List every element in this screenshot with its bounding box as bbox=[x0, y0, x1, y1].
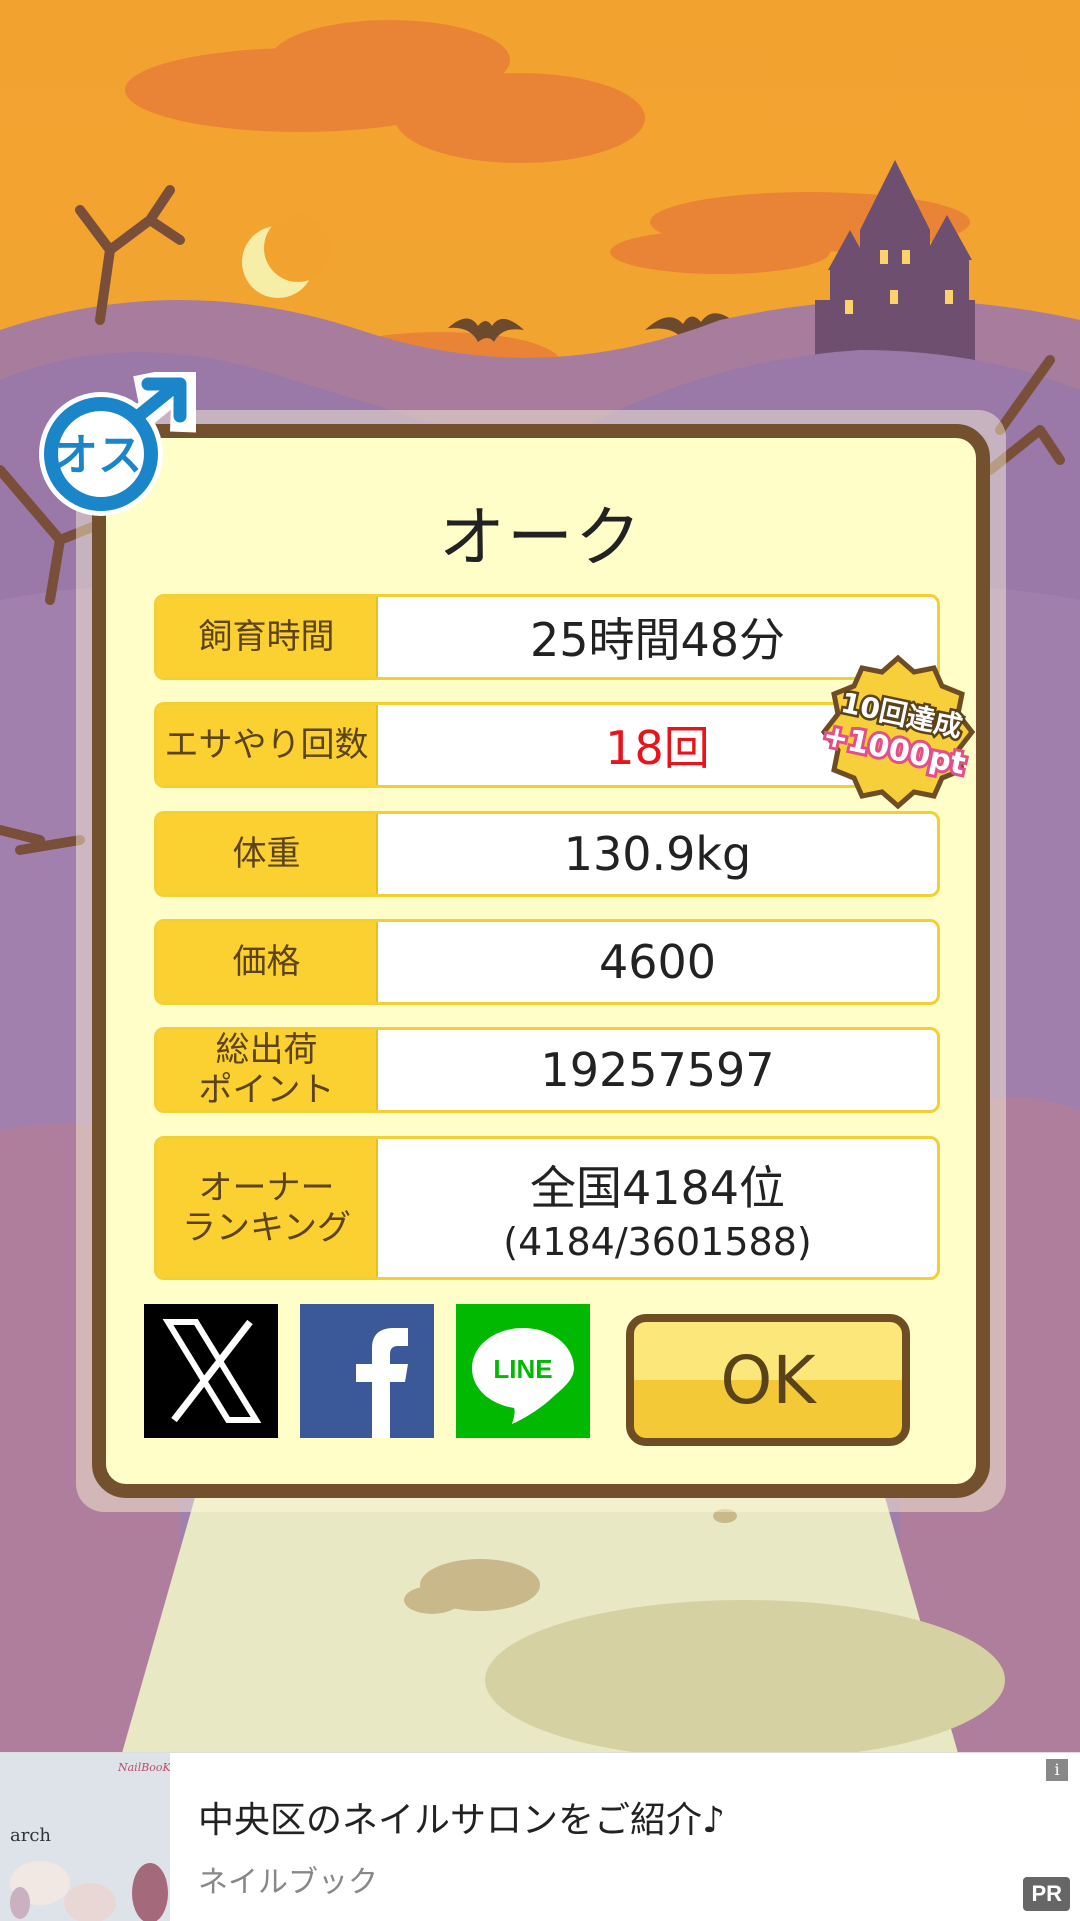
stat-row-price: 価格 4600 bbox=[154, 919, 940, 1005]
stat-row-total-points: 総出荷 ポイント 19257597 bbox=[154, 1027, 940, 1113]
result-dialog: オーク 飼育時間 25時間48分 エサやり回数 18回 体重 130.9kg 価… bbox=[92, 424, 990, 1498]
ad-advertiser: ネイルブック bbox=[198, 1865, 378, 1900]
stat-label: 価格 bbox=[157, 922, 378, 1002]
svg-text:オス: オス bbox=[54, 430, 142, 481]
line-logo-icon: LINE bbox=[472, 1328, 574, 1424]
svg-text:arch: arch bbox=[10, 1825, 51, 1846]
stat-label: 体重 bbox=[157, 814, 378, 894]
ad-pr-badge: PR bbox=[1023, 1877, 1070, 1911]
stat-row-weight: 体重 130.9kg bbox=[154, 811, 940, 897]
ranking-position: 全国4184位 bbox=[529, 1161, 786, 1215]
ranking-detail: (4184/3601588) bbox=[503, 1220, 812, 1264]
share-facebook-button[interactable] bbox=[300, 1304, 434, 1438]
share-x-button[interactable] bbox=[144, 1304, 278, 1438]
ad-info-icon[interactable]: i bbox=[1046, 1759, 1068, 1781]
stat-row-owner-ranking: オーナー ランキング 全国4184位 (4184/3601588) bbox=[154, 1136, 940, 1280]
stat-label: 飼育時間 bbox=[157, 597, 378, 677]
achievement-badge: 10回達成 +1000pt bbox=[817, 652, 978, 812]
ad-title[interactable]: 中央区のネイルサロンをご紹介♪ bbox=[198, 1791, 725, 1843]
stat-value: 130.9kg bbox=[563, 827, 752, 881]
stat-label: オーナー ランキング bbox=[157, 1139, 378, 1277]
svg-text:LINE: LINE bbox=[493, 1354, 552, 1384]
ad-banner[interactable]: arch NailBooK 中央区のネイルサロンをご紹介♪ ネイルブック i P… bbox=[0, 1752, 1080, 1921]
male-gender-icon: オス bbox=[36, 366, 200, 522]
stat-label: 総出荷 ポイント bbox=[157, 1030, 378, 1110]
pet-name-title: オーク bbox=[439, 499, 643, 576]
stat-value: 4600 bbox=[598, 935, 717, 989]
ok-button[interactable]: OK bbox=[626, 1314, 910, 1446]
stat-value: 19257597 bbox=[540, 1043, 775, 1097]
ad-thumbnail: arch NailBooK bbox=[0, 1753, 170, 1921]
stat-value: 全国4184位 (4184/3601588) bbox=[378, 1139, 937, 1277]
x-logo-icon bbox=[162, 1319, 262, 1423]
stat-label: エサやり回数 bbox=[157, 705, 378, 785]
facebook-logo-icon bbox=[356, 1328, 408, 1438]
share-line-button[interactable]: LINE bbox=[456, 1304, 590, 1438]
svg-text:NailBooK: NailBooK bbox=[117, 1761, 170, 1774]
